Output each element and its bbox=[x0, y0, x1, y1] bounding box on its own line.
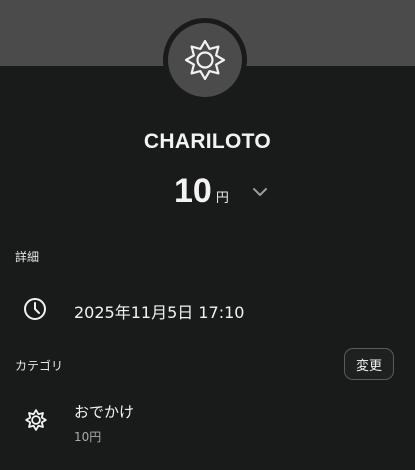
clock-icon bbox=[24, 298, 46, 320]
chevron-down-icon[interactable] bbox=[250, 184, 270, 200]
category-amount: 10円 bbox=[74, 430, 102, 444]
details-section-label: 詳細 bbox=[15, 250, 40, 264]
amount-unit: 円 bbox=[215, 191, 229, 206]
amount-value: 10 bbox=[174, 172, 212, 210]
sun-icon bbox=[184, 39, 226, 81]
amount-display: 10 円 bbox=[174, 172, 229, 212]
page-title: CHARILOTO bbox=[143, 130, 272, 153]
category-section-label: カテゴリ bbox=[15, 359, 64, 373]
category-name: おでかけ bbox=[74, 403, 135, 421]
sun-icon bbox=[25, 409, 47, 431]
category-avatar bbox=[168, 23, 242, 97]
datetime-value: 2025年11月5日 17:10 bbox=[74, 303, 245, 322]
change-category-button[interactable]: 変更 bbox=[344, 348, 394, 380]
